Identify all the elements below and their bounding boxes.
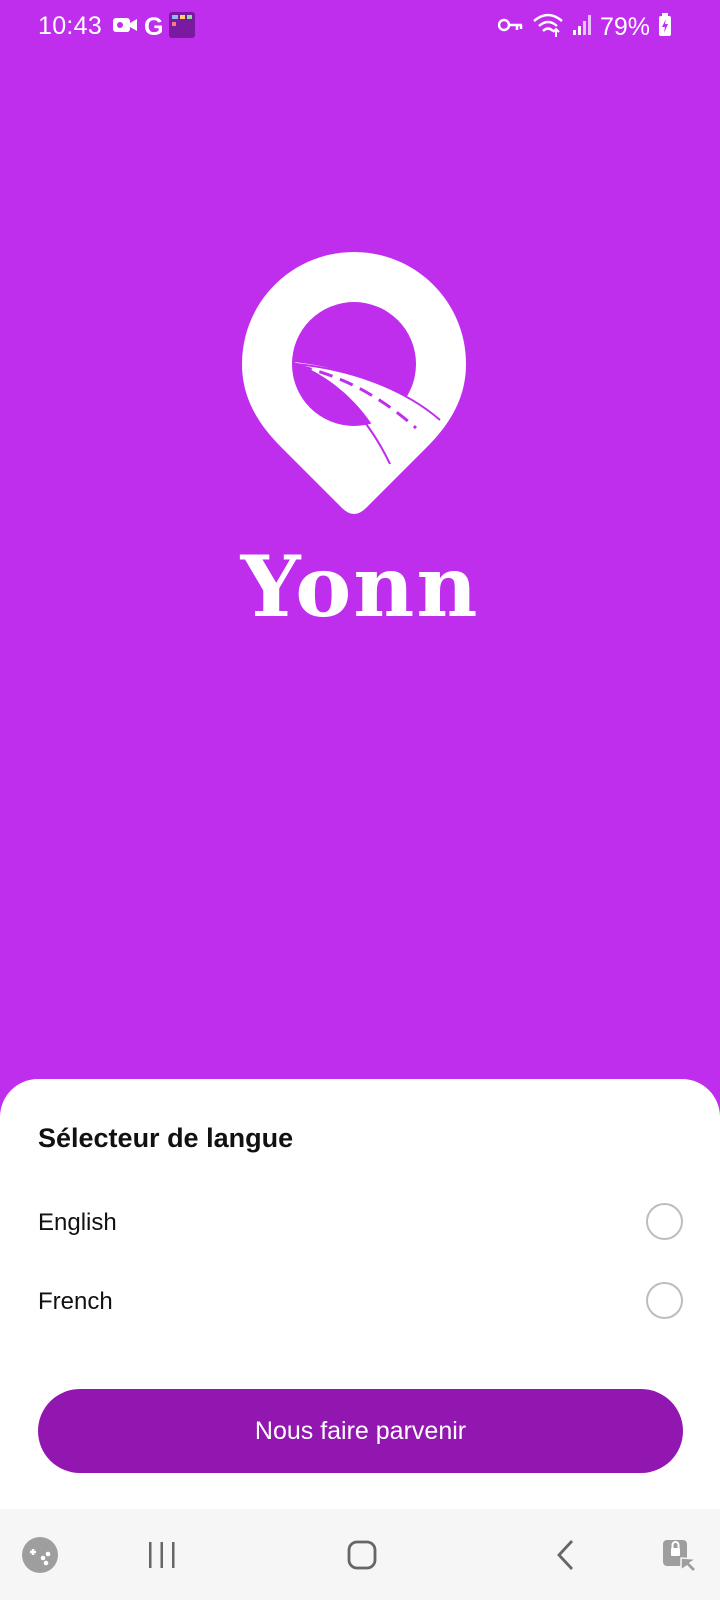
status-left-icons: G (112, 11, 196, 43)
option-label: English (38, 1209, 117, 1236)
home-icon[interactable] (330, 1509, 394, 1600)
app-title: Yonn (240, 537, 480, 636)
vpn-key-icon (497, 17, 524, 38)
status-time: 10:43 (38, 12, 103, 40)
game-launcher-icon[interactable] (14, 1509, 66, 1600)
radio-button[interactable] (646, 1282, 683, 1319)
language-selector-sheet: Sélecteur de langue English French Nous … (0, 1079, 720, 1509)
back-icon[interactable] (534, 1509, 598, 1600)
status-bar: 10:43 G 79% (0, 0, 720, 54)
video-camera-icon (112, 15, 138, 40)
app-logo (240, 250, 468, 520)
recent-apps-icon[interactable] (130, 1509, 194, 1600)
app-thumbnail-icon (169, 11, 196, 43)
system-nav-bar (0, 1509, 720, 1600)
language-option-english[interactable]: English (38, 1193, 683, 1253)
accessibility-lock-icon[interactable] (652, 1509, 708, 1600)
radio-button[interactable] (646, 1203, 683, 1240)
option-label: French (38, 1288, 113, 1315)
wifi-icon (532, 12, 564, 43)
sheet-title: Sélecteur de langue (38, 1123, 294, 1153)
language-option-french[interactable]: French (38, 1272, 683, 1332)
battery-percent: 79% (599, 12, 650, 41)
battery-icon (658, 12, 672, 42)
submit-button[interactable]: Nous faire parvenir (38, 1389, 683, 1473)
signal-icon (572, 14, 592, 41)
google-icon: G (144, 13, 164, 41)
status-right: 79% (497, 12, 672, 43)
